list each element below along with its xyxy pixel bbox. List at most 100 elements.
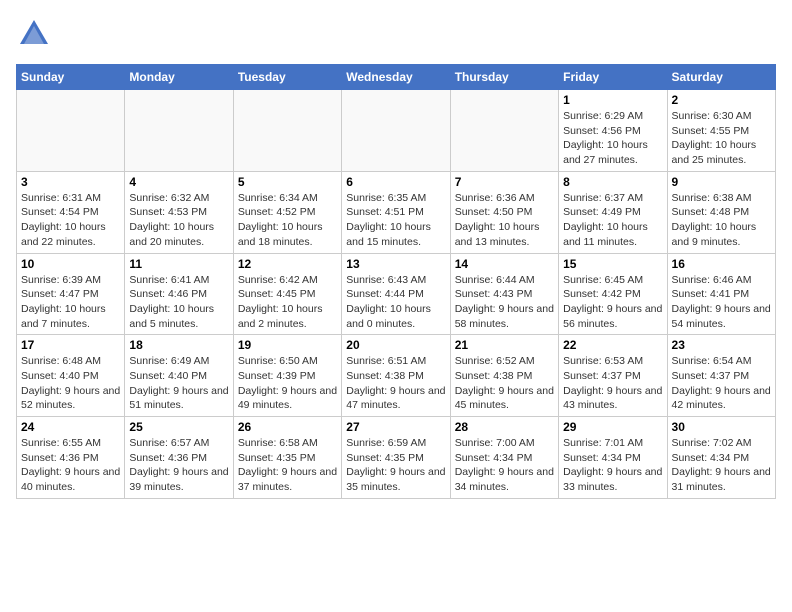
day-number: 24 [21, 420, 120, 434]
calendar-cell: 14Sunrise: 6:44 AM Sunset: 4:43 PM Dayli… [450, 253, 558, 335]
calendar-cell [125, 90, 233, 172]
day-info: Sunrise: 6:39 AM Sunset: 4:47 PM Dayligh… [21, 273, 120, 332]
calendar-body: 1Sunrise: 6:29 AM Sunset: 4:56 PM Daylig… [17, 90, 776, 499]
calendar: SundayMondayTuesdayWednesdayThursdayFrid… [16, 64, 776, 499]
day-number: 3 [21, 175, 120, 189]
day-info: Sunrise: 6:50 AM Sunset: 4:39 PM Dayligh… [238, 354, 337, 413]
calendar-cell: 8Sunrise: 6:37 AM Sunset: 4:49 PM Daylig… [559, 171, 667, 253]
calendar-cell [450, 90, 558, 172]
day-number: 5 [238, 175, 337, 189]
calendar-week-row: 1Sunrise: 6:29 AM Sunset: 4:56 PM Daylig… [17, 90, 776, 172]
day-number: 18 [129, 338, 228, 352]
calendar-cell: 21 Sunrise: 6:52 AM Sunset: 4:38 PM Dayli… [450, 335, 558, 417]
calendar-cell [17, 90, 125, 172]
calendar-cell [233, 90, 341, 172]
calendar-week-row: 10Sunrise: 6:39 AM Sunset: 4:47 PM Dayli… [17, 253, 776, 335]
day-number: 20 [346, 338, 445, 352]
day-info: Sunrise: 6:53 AM Sunset: 4:37 PM Dayligh… [563, 354, 662, 413]
logo [16, 16, 56, 52]
calendar-cell: 16 Sunrise: 6:46 AM Sunset: 4:41 PM Dayli… [667, 253, 775, 335]
day-info: Sunrise: 6:48 AM Sunset: 4:40 PM Dayligh… [21, 354, 120, 413]
day-info: Sunrise: 6:34 AM Sunset: 4:52 PM Dayligh… [238, 191, 337, 250]
day-info: Sunrise: 6:51 AM Sunset: 4:38 PM Dayligh… [346, 354, 445, 413]
calendar-cell: 12 Sunrise: 6:42 AM Sunset: 4:45 PM Dayli… [233, 253, 341, 335]
calendar-header: SundayMondayTuesdayWednesdayThursdayFrid… [17, 65, 776, 90]
calendar-cell: 30 Sunrise: 7:02 AM Sunset: 4:34 PM Dayli… [667, 417, 775, 499]
day-number: 30 [672, 420, 771, 434]
calendar-cell: 17 Sunrise: 6:48 AM Sunset: 4:40 PM Dayli… [17, 335, 125, 417]
calendar-header-row: SundayMondayTuesdayWednesdayThursdayFrid… [17, 65, 776, 90]
day-info: Sunrise: 6:36 AM Sunset: 4:50 PM Dayligh… [455, 191, 554, 250]
calendar-week-row: 17 Sunrise: 6:48 AM Sunset: 4:40 PM Dayli… [17, 335, 776, 417]
calendar-header-cell: Sunday [17, 65, 125, 90]
day-info: Sunrise: 6:58 AM Sunset: 4:35 PM Dayligh… [238, 436, 337, 495]
day-number: 12 [238, 257, 337, 271]
day-number: 11 [129, 257, 228, 271]
calendar-cell: 19 Sunrise: 6:50 AM Sunset: 4:39 PM Dayli… [233, 335, 341, 417]
day-number: 25 [129, 420, 228, 434]
calendar-cell: 3 Sunrise: 6:31 AM Sunset: 4:54 PM Daylig… [17, 171, 125, 253]
calendar-week-row: 24 Sunrise: 6:55 AM Sunset: 4:36 PM Dayli… [17, 417, 776, 499]
calendar-header-cell: Saturday [667, 65, 775, 90]
calendar-cell: 4 Sunrise: 6:32 AM Sunset: 4:53 PM Daylig… [125, 171, 233, 253]
day-number: 1 [563, 93, 662, 107]
calendar-cell: 6 Sunrise: 6:35 AM Sunset: 4:51 PM Daylig… [342, 171, 450, 253]
day-info: Sunrise: 6:59 AM Sunset: 4:35 PM Dayligh… [346, 436, 445, 495]
logo-icon [16, 16, 52, 52]
day-info: Sunrise: 7:01 AM Sunset: 4:34 PM Dayligh… [563, 436, 662, 495]
calendar-week-row: 3 Sunrise: 6:31 AM Sunset: 4:54 PM Daylig… [17, 171, 776, 253]
day-info: Sunrise: 6:45 AM Sunset: 4:42 PM Dayligh… [563, 273, 662, 332]
calendar-cell: 28Sunrise: 7:00 AM Sunset: 4:34 PM Dayli… [450, 417, 558, 499]
day-info: Sunrise: 6:41 AM Sunset: 4:46 PM Dayligh… [129, 273, 228, 332]
calendar-header-cell: Thursday [450, 65, 558, 90]
calendar-cell: 13Sunrise: 6:43 AM Sunset: 4:44 PM Dayli… [342, 253, 450, 335]
calendar-cell: 24 Sunrise: 6:55 AM Sunset: 4:36 PM Dayli… [17, 417, 125, 499]
day-number: 27 [346, 420, 445, 434]
day-number: 26 [238, 420, 337, 434]
day-number: 4 [129, 175, 228, 189]
day-number: 29 [563, 420, 662, 434]
calendar-cell: 25 Sunrise: 6:57 AM Sunset: 4:36 PM Dayli… [125, 417, 233, 499]
day-number: 9 [672, 175, 771, 189]
day-info: Sunrise: 7:02 AM Sunset: 4:34 PM Dayligh… [672, 436, 771, 495]
day-number: 17 [21, 338, 120, 352]
day-number: 2 [672, 93, 771, 107]
day-info: Sunrise: 6:42 AM Sunset: 4:45 PM Dayligh… [238, 273, 337, 332]
calendar-cell: 15 Sunrise: 6:45 AM Sunset: 4:42 PM Dayli… [559, 253, 667, 335]
calendar-cell: 10Sunrise: 6:39 AM Sunset: 4:47 PM Dayli… [17, 253, 125, 335]
day-info: Sunrise: 6:32 AM Sunset: 4:53 PM Dayligh… [129, 191, 228, 250]
calendar-cell: 18Sunrise: 6:49 AM Sunset: 4:40 PM Dayli… [125, 335, 233, 417]
calendar-cell: 11 Sunrise: 6:41 AM Sunset: 4:46 PM Dayli… [125, 253, 233, 335]
day-info: Sunrise: 6:38 AM Sunset: 4:48 PM Dayligh… [672, 191, 771, 250]
day-number: 19 [238, 338, 337, 352]
day-number: 15 [563, 257, 662, 271]
calendar-cell: 5 Sunrise: 6:34 AM Sunset: 4:52 PM Daylig… [233, 171, 341, 253]
day-number: 21 [455, 338, 554, 352]
calendar-header-cell: Friday [559, 65, 667, 90]
day-info: Sunrise: 6:35 AM Sunset: 4:51 PM Dayligh… [346, 191, 445, 250]
calendar-cell: 20 Sunrise: 6:51 AM Sunset: 4:38 PM Dayli… [342, 335, 450, 417]
day-number: 7 [455, 175, 554, 189]
day-info: Sunrise: 6:54 AM Sunset: 4:37 PM Dayligh… [672, 354, 771, 413]
day-info: Sunrise: 6:57 AM Sunset: 4:36 PM Dayligh… [129, 436, 228, 495]
day-info: Sunrise: 6:55 AM Sunset: 4:36 PM Dayligh… [21, 436, 120, 495]
day-info: Sunrise: 7:00 AM Sunset: 4:34 PM Dayligh… [455, 436, 554, 495]
calendar-cell: 29 Sunrise: 7:01 AM Sunset: 4:34 PM Dayli… [559, 417, 667, 499]
day-number: 14 [455, 257, 554, 271]
calendar-cell: 1Sunrise: 6:29 AM Sunset: 4:56 PM Daylig… [559, 90, 667, 172]
day-number: 6 [346, 175, 445, 189]
calendar-cell: 2 Sunrise: 6:30 AM Sunset: 4:55 PM Daylig… [667, 90, 775, 172]
day-info: Sunrise: 6:46 AM Sunset: 4:41 PM Dayligh… [672, 273, 771, 332]
day-info: Sunrise: 6:31 AM Sunset: 4:54 PM Dayligh… [21, 191, 120, 250]
calendar-cell: 7 Sunrise: 6:36 AM Sunset: 4:50 PM Daylig… [450, 171, 558, 253]
calendar-cell: 27 Sunrise: 6:59 AM Sunset: 4:35 PM Dayli… [342, 417, 450, 499]
day-number: 16 [672, 257, 771, 271]
calendar-header-cell: Wednesday [342, 65, 450, 90]
day-number: 22 [563, 338, 662, 352]
day-info: Sunrise: 6:52 AM Sunset: 4:38 PM Dayligh… [455, 354, 554, 413]
calendar-header-cell: Tuesday [233, 65, 341, 90]
calendar-header-cell: Monday [125, 65, 233, 90]
day-info: Sunrise: 6:30 AM Sunset: 4:55 PM Dayligh… [672, 109, 771, 168]
calendar-cell: 23Sunrise: 6:54 AM Sunset: 4:37 PM Dayli… [667, 335, 775, 417]
day-number: 8 [563, 175, 662, 189]
